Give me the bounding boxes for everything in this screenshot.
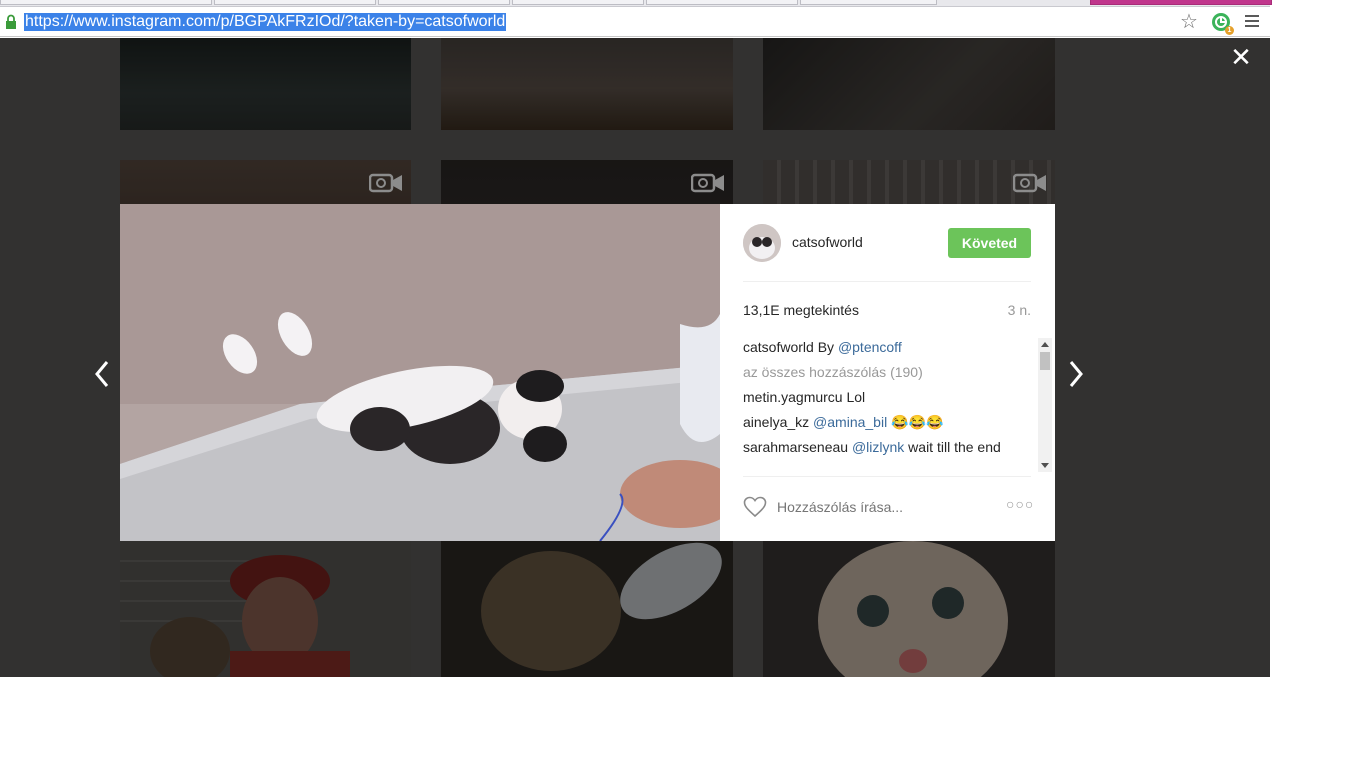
extension-icon[interactable]: 1 <box>1210 11 1234 35</box>
comment-username[interactable]: ainelya_kz <box>743 414 809 430</box>
comment-mention[interactable]: @amina_bil <box>809 414 887 430</box>
comment-item: metin.yagmurcu Lol <box>743 388 1015 406</box>
scroll-down-icon[interactable] <box>1041 463 1049 468</box>
post-age[interactable]: 3 n. <box>1008 302 1031 318</box>
browser-tab[interactable] <box>800 0 937 5</box>
comment-item: ainelya_kz @amina_bil 😂😂😂 <box>743 413 1015 431</box>
comment-text: 😂😂😂 <box>887 414 944 430</box>
comment-scrollbar[interactable] <box>1038 338 1052 472</box>
browser-tab[interactable] <box>646 0 798 5</box>
post-username[interactable]: catsofworld <box>792 234 863 250</box>
divider <box>743 476 1031 477</box>
post-video[interactable] <box>120 204 720 541</box>
lock-icon <box>6 14 16 29</box>
hamburger-menu-icon[interactable] <box>1245 15 1259 29</box>
page-viewport: ✕ catsofworld Követed 13,1E megtekintés … <box>0 38 1270 677</box>
close-icon[interactable]: ✕ <box>1228 44 1254 70</box>
comment-username[interactable]: sarahmarseneau <box>743 439 848 455</box>
ellipsis-icon[interactable]: ○○○ <box>1006 496 1034 512</box>
extension-badge: 1 <box>1225 26 1234 35</box>
chevron-left-icon[interactable] <box>92 358 112 390</box>
comment-item: az összes hozzászólás (190) <box>743 363 1015 381</box>
browser-tab[interactable] <box>214 0 376 5</box>
tab-strip <box>0 0 1272 7</box>
comment-item: sarahmarseneau @lizlynk wait till the en… <box>743 438 1015 456</box>
comment-mention[interactable]: @ptencoff <box>838 339 902 355</box>
comment-mention[interactable]: @lizlynk <box>848 439 904 455</box>
comment-text: By <box>813 339 838 355</box>
heart-icon[interactable] <box>743 496 767 518</box>
post-details-panel: catsofworld Követed 13,1E megtekintés 3 … <box>720 204 1055 541</box>
comment-item: catsofworld By @ptencoff <box>743 338 1015 356</box>
chevron-right-icon[interactable] <box>1066 358 1086 390</box>
comment-input[interactable] <box>777 497 977 517</box>
star-icon[interactable]: ☆ <box>1178 11 1200 33</box>
comment-text: Lol <box>842 389 866 405</box>
comment-username[interactable]: metin.yagmurcu <box>743 389 843 405</box>
url-text[interactable]: https://www.instagram.com/p/BGPAkFRzIOd/… <box>24 13 507 31</box>
divider <box>743 281 1031 282</box>
comment-list[interactable]: catsofworld By @ptencoff az összes hozzá… <box>743 338 1015 472</box>
comment-text: wait till the end <box>904 439 1001 455</box>
browser-tab[interactable] <box>0 0 212 5</box>
avatar[interactable] <box>743 224 781 262</box>
load-all-comments-link[interactable]: az összes hozzászólás (190) <box>743 364 923 380</box>
following-button[interactable]: Követed <box>948 228 1031 258</box>
browser-tab[interactable] <box>378 0 510 5</box>
comment-username[interactable]: catsofworld <box>743 339 814 355</box>
address-bar: https://www.instagram.com/p/BGPAkFRzIOd/… <box>0 7 1270 37</box>
view-count: 13,1E megtekintés <box>743 302 859 318</box>
browser-tab[interactable] <box>512 0 644 5</box>
scrollbar-thumb[interactable] <box>1040 352 1050 370</box>
browser-tab-active[interactable] <box>1090 0 1272 5</box>
scroll-up-icon[interactable] <box>1041 342 1049 347</box>
